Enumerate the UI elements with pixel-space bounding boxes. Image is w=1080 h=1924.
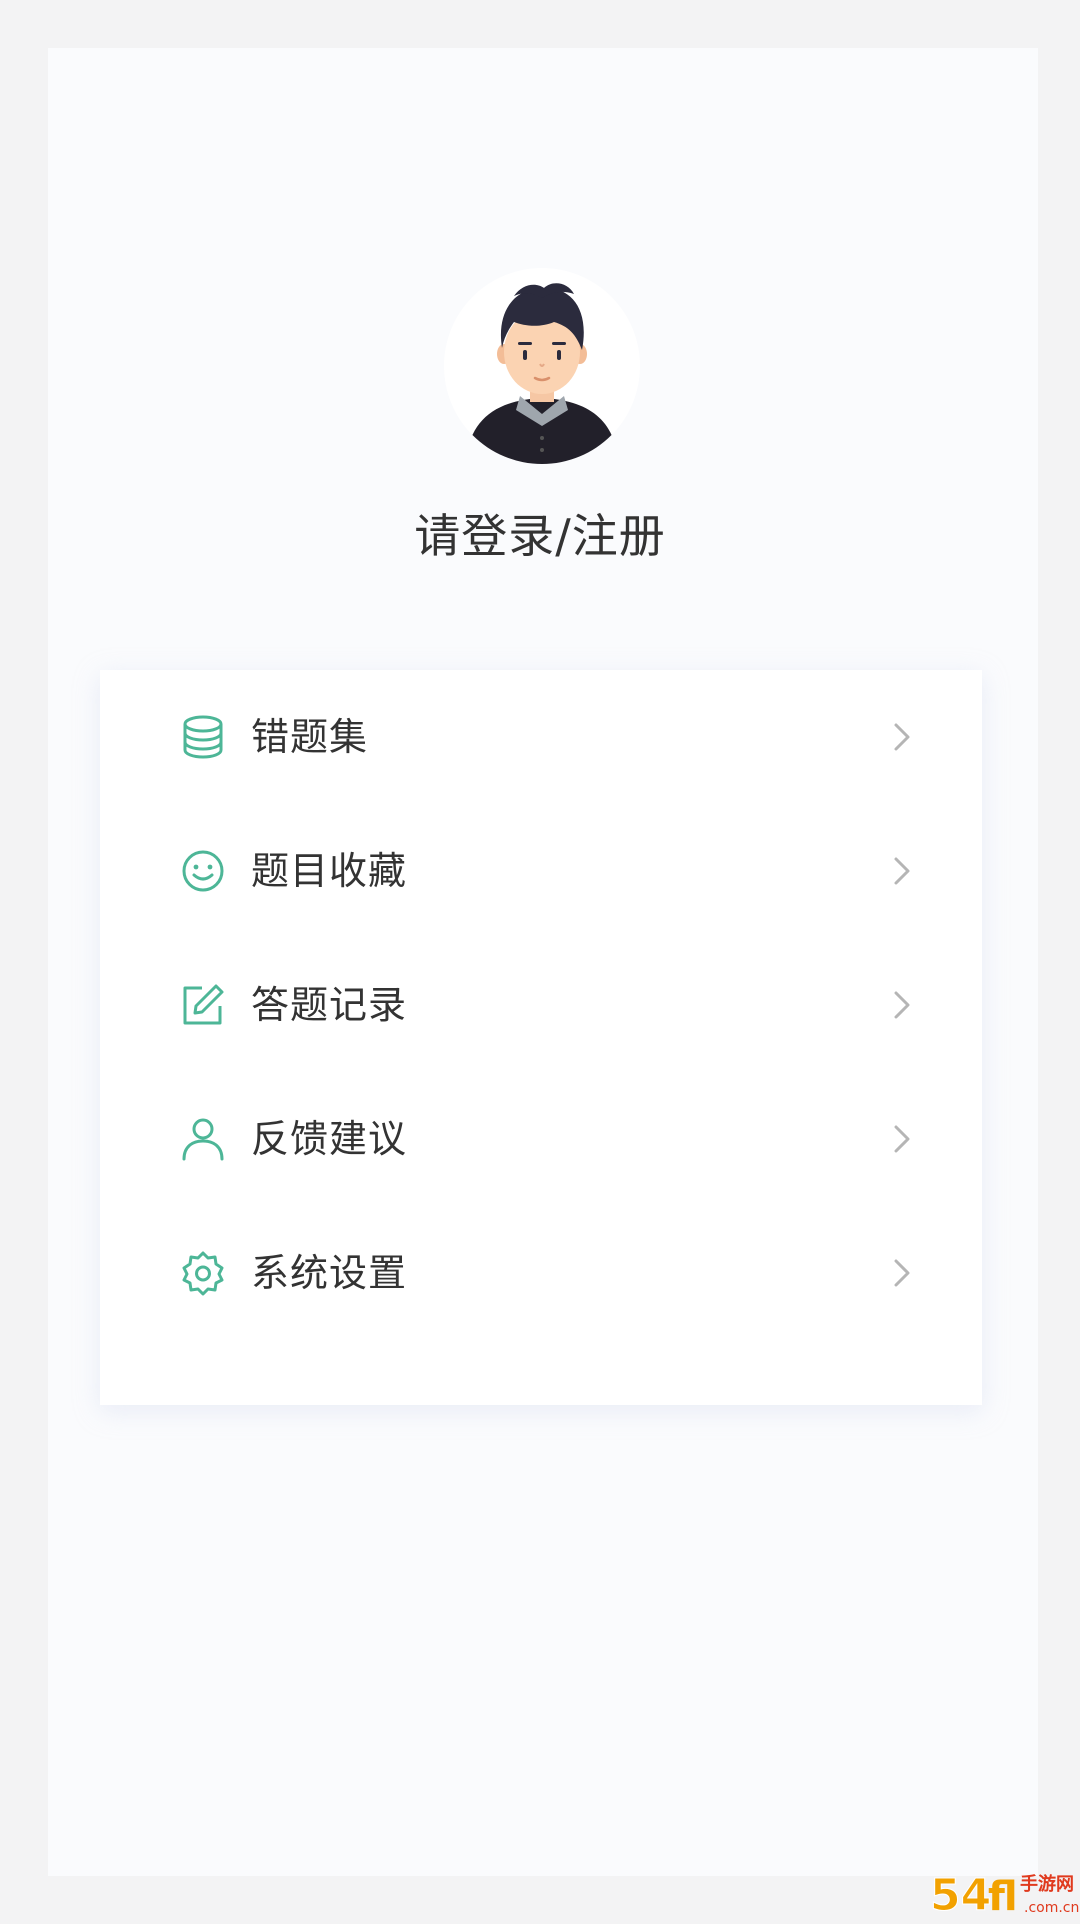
menu-item-label: 系统设置 (251, 1251, 408, 1295)
user-avatar-illustration (444, 268, 640, 464)
profile-screen: 请登录/注册 错题集 题目收藏 答题记录 反馈建议 系统设置 (48, 48, 1038, 1876)
login-register-link[interactable]: 请登录/注册 (0, 500, 1080, 566)
menu-item-feedback[interactable]: 反馈建议 (100, 1072, 982, 1206)
user-icon (182, 1118, 224, 1161)
svg-text:.com.cn: .com.cn (1024, 1900, 1079, 1916)
svg-text:54: 54 (930, 1870, 991, 1920)
chevron-right-icon (894, 1259, 910, 1287)
svg-text:ﬂ: ﬂ (988, 1874, 1018, 1920)
chevron-right-icon (894, 857, 910, 885)
menu-item-answer-history[interactable]: 答题记录 (100, 938, 982, 1072)
gear-icon (182, 1251, 224, 1296)
database-icon (183, 715, 223, 759)
menu-item-label: 题目收藏 (251, 849, 408, 893)
menu-item-label: 答题记录 (251, 983, 408, 1027)
chevron-right-icon (894, 723, 910, 751)
menu-item-label: 反馈建议 (251, 1117, 408, 1161)
avatar[interactable] (444, 268, 640, 464)
menu-item-wrong-questions[interactable]: 错题集 (100, 670, 982, 804)
chevron-right-icon (894, 1125, 910, 1153)
smile-icon (182, 850, 224, 892)
watermark-logo-icon: 54 ﬂ 手游网 .com.cn (930, 1870, 1080, 1922)
svg-text:手游网: 手游网 (1020, 1873, 1074, 1895)
menu-item-favorites[interactable]: 题目收藏 (100, 804, 982, 938)
chevron-right-icon (894, 991, 910, 1019)
menu-item-label: 错题集 (251, 715, 369, 759)
menu-item-settings[interactable]: 系统设置 (100, 1206, 982, 1340)
site-watermark-logo: 54 ﬂ 手游网 .com.cn (928, 1864, 1080, 1922)
edit-icon (183, 984, 224, 1025)
menu-card: 错题集 题目收藏 答题记录 反馈建议 系统设置 (100, 670, 982, 1405)
